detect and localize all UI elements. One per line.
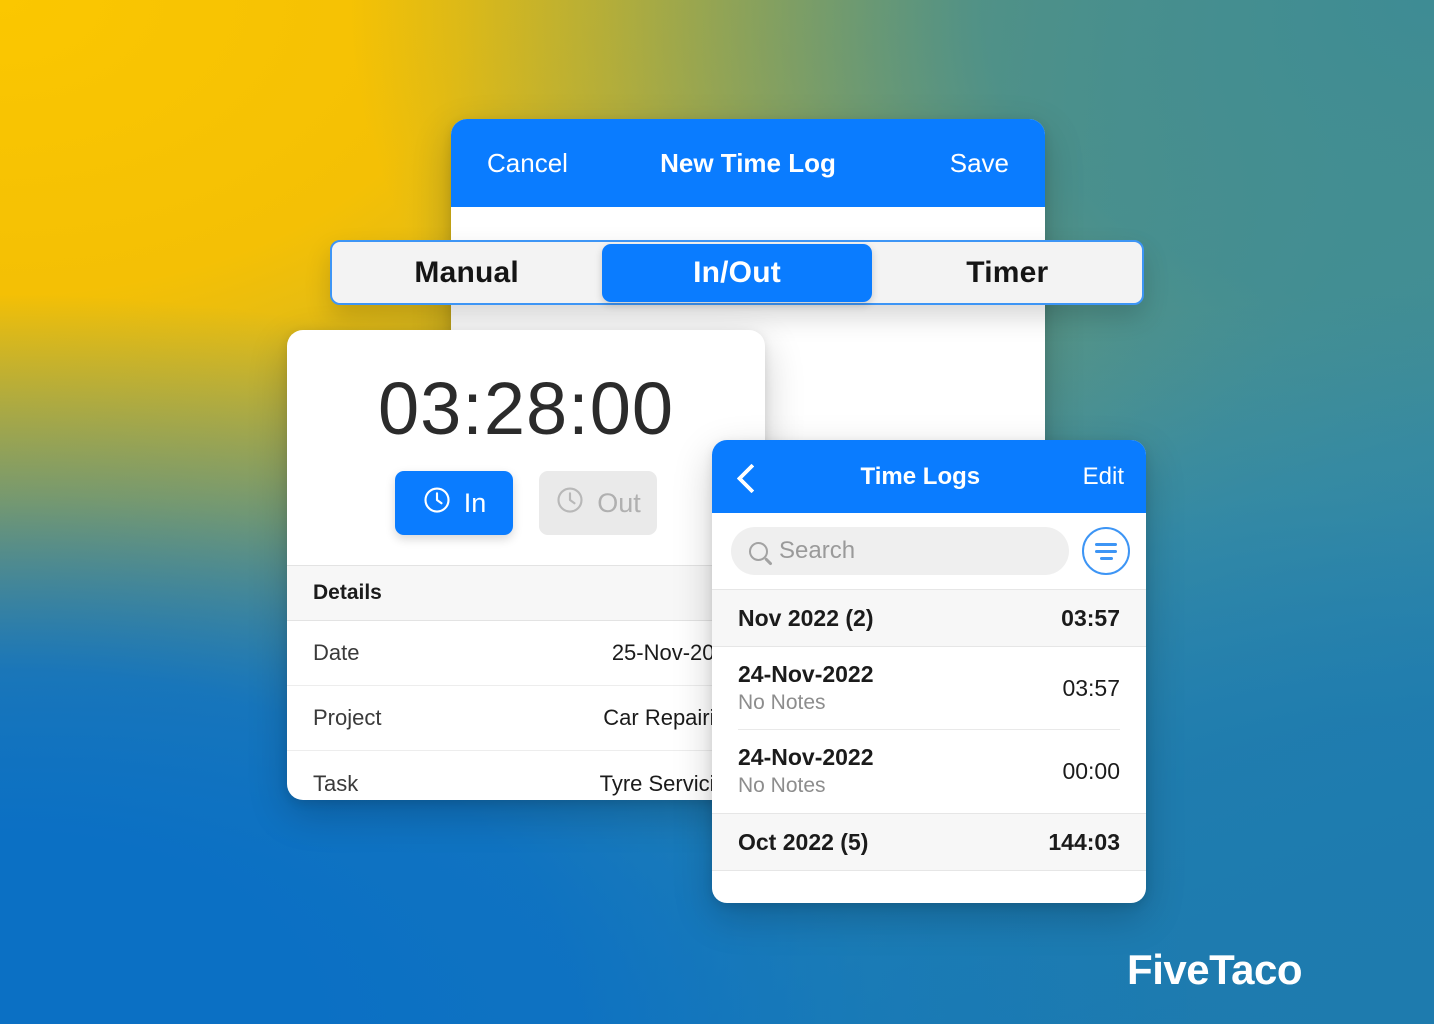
log-entry-note: No Notes <box>738 773 826 797</box>
log-entry-duration: 03:57 <box>1062 675 1120 701</box>
tab-in-out[interactable]: In/Out <box>602 243 872 302</box>
time-logs-navbar: Time Logs Edit <box>712 440 1146 513</box>
log-entry-note: No Notes <box>738 690 826 714</box>
log-entry-date: 24-Nov-2022 <box>738 744 874 771</box>
detail-label: Date <box>313 640 360 665</box>
log-group-duration: 144:03 <box>1048 828 1120 855</box>
detail-label: Task <box>313 770 359 796</box>
search-row: Search <box>712 513 1146 589</box>
timer-details-card: 03:28:00 In Out Details Date 25-Nov-2022… <box>287 330 765 800</box>
clock-icon <box>555 485 585 522</box>
time-logs-card: Time Logs Edit Search Nov 2022 (2) 03:57… <box>712 440 1146 903</box>
detail-label: Project <box>313 705 382 730</box>
log-group-label: Nov 2022 (2) <box>738 604 874 631</box>
cancel-button[interactable]: Cancel <box>487 148 573 179</box>
fivetaco-watermark: FiveTaco <box>1127 946 1302 993</box>
detail-row-date[interactable]: Date 25-Nov-2022 <box>287 621 765 686</box>
list-item[interactable]: 24-Nov-2022 No Notes 03:57 <box>712 647 1146 730</box>
clock-in-label: In <box>463 487 487 518</box>
clock-out-label: Out <box>597 487 641 518</box>
details-section-header: Details <box>287 565 765 621</box>
list-item[interactable]: 24-Nov-2022 No Notes 00:00 <box>712 730 1146 813</box>
in-out-button-group: In Out <box>287 451 765 535</box>
time-logs-title: Time Logs <box>860 462 981 490</box>
filter-line <box>1095 549 1117 553</box>
edit-button[interactable]: Edit <box>1083 463 1124 491</box>
log-group-header-nov-2022[interactable]: Nov 2022 (2) 03:57 <box>712 589 1146 647</box>
log-entry-duration: 00:00 <box>1062 758 1120 784</box>
search-placeholder: Search <box>779 537 856 564</box>
new-time-log-navbar: Cancel New Time Log Save <box>451 119 1045 207</box>
detail-row-task[interactable]: Task Tyre Servicing <box>287 751 765 800</box>
chevron-left-icon[interactable] <box>734 465 758 489</box>
filter-line <box>1099 556 1113 560</box>
filter-line <box>1095 542 1117 546</box>
mode-segmented-control[interactable]: Manual In/Out Timer <box>330 240 1144 305</box>
clock-out-button[interactable]: Out <box>539 471 657 535</box>
log-group-header-oct-2022[interactable]: Oct 2022 (5) 144:03 <box>712 813 1146 871</box>
detail-row-project[interactable]: Project Car Repairing <box>287 686 765 751</box>
search-icon <box>749 541 768 561</box>
filter-icon[interactable] <box>1082 527 1130 575</box>
tab-timer[interactable]: Timer <box>873 242 1142 303</box>
save-button[interactable]: Save <box>923 148 1009 179</box>
log-group-duration: 03:57 <box>1061 604 1120 631</box>
clock-in-button[interactable]: In <box>395 471 513 535</box>
log-group-label: Oct 2022 (5) <box>738 828 869 855</box>
tab-manual[interactable]: Manual <box>332 242 601 303</box>
page-title: New Time Log <box>660 147 836 178</box>
search-input[interactable]: Search <box>731 527 1069 575</box>
clock-icon <box>422 485 452 522</box>
log-entry-date: 24-Nov-2022 <box>738 661 874 688</box>
elapsed-time-display: 03:28:00 <box>377 367 675 450</box>
